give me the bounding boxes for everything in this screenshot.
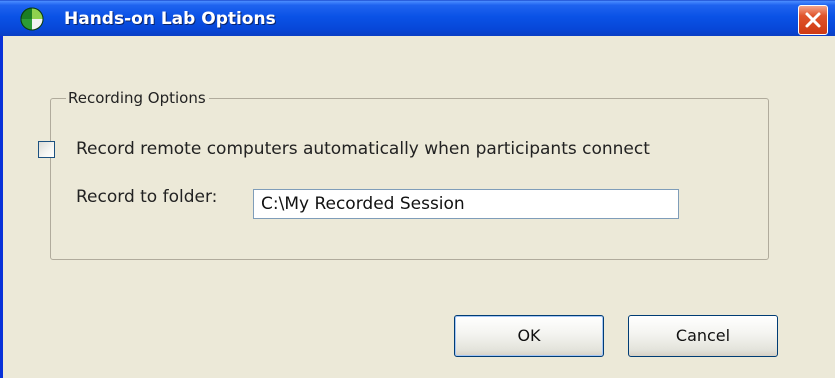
globe-icon bbox=[20, 7, 44, 31]
dialog-body: Recording Options Record remote computer… bbox=[0, 36, 835, 378]
auto-record-checkbox[interactable] bbox=[38, 141, 55, 158]
close-button[interactable] bbox=[798, 5, 828, 35]
ok-button[interactable]: OK bbox=[454, 315, 604, 357]
auto-record-label[interactable]: Record remote computers automatically wh… bbox=[76, 139, 650, 159]
group-title: Recording Options bbox=[66, 88, 209, 108]
record-folder-label: Record to folder: bbox=[76, 187, 218, 207]
dialog-window: Hands-on Lab Options Recording Options R… bbox=[0, 0, 835, 378]
record-folder-input[interactable] bbox=[253, 189, 679, 219]
window-title: Hands-on Lab Options bbox=[64, 9, 276, 29]
close-icon bbox=[805, 12, 821, 28]
title-bar[interactable]: Hands-on Lab Options bbox=[0, 0, 835, 36]
recording-options-group: Recording Options bbox=[50, 88, 769, 260]
cancel-button[interactable]: Cancel bbox=[628, 315, 778, 357]
